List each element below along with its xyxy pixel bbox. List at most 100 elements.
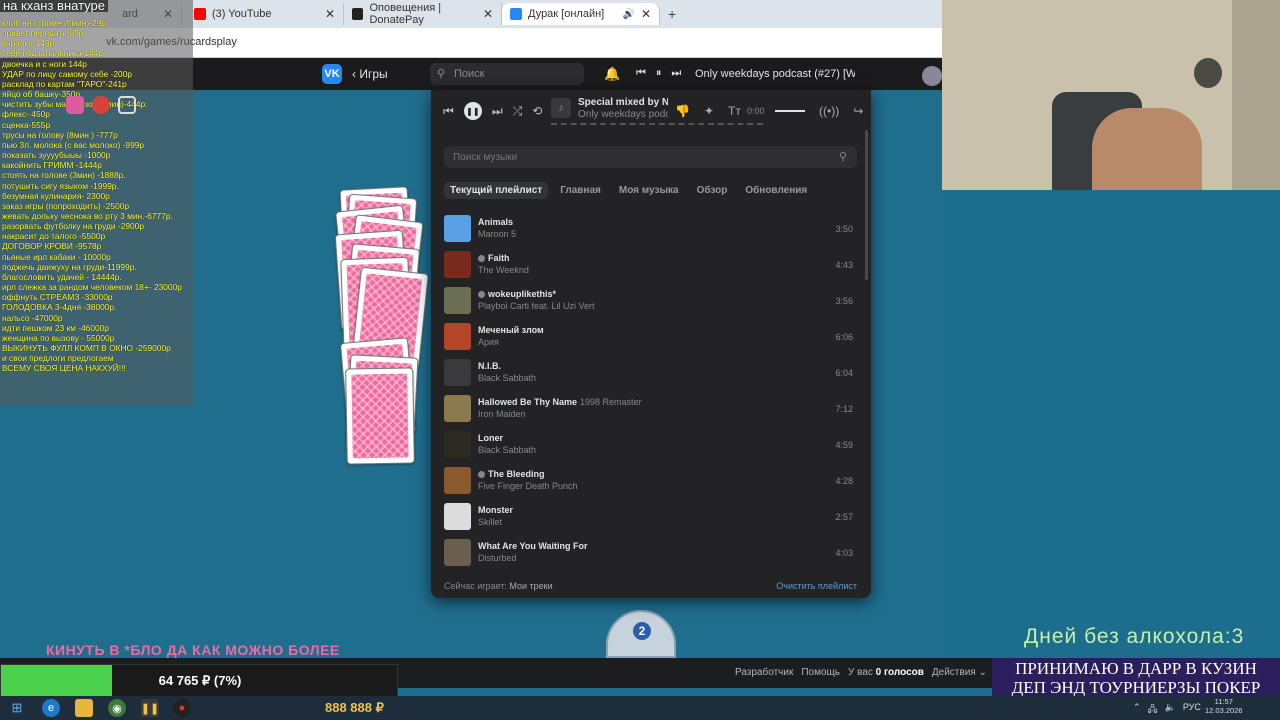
bell-icon[interactable]: 🔔 bbox=[604, 66, 620, 82]
network-icon[interactable]: 🖧 bbox=[1148, 702, 1158, 718]
music-search-input[interactable]: Поиск музыки ⚲ bbox=[444, 146, 857, 168]
current-track-artist[interactable]: Only weekdays podc... bbox=[578, 109, 668, 120]
new-tab-button[interactable]: + bbox=[668, 6, 676, 22]
chrome-icon[interactable]: ◉ bbox=[108, 699, 126, 717]
track-artist[interactable]: Maroon 5 bbox=[478, 229, 516, 239]
windows-start-icon[interactable]: ⊞ bbox=[8, 699, 26, 717]
progress-waveform[interactable] bbox=[551, 123, 763, 125]
album-cover[interactable] bbox=[444, 323, 471, 350]
track-row[interactable]: Hallowed Be Thy Name 1998 Remaster Iron Ma… bbox=[444, 390, 859, 426]
donate-line: ВЫКИНУТЬ ФУЛЛ КОМП В ОКНО -259000р bbox=[2, 343, 171, 353]
tab-browse[interactable]: Обзор bbox=[691, 182, 734, 199]
tab-durak[interactable]: Дурак [онлайн] 🔊 ✕ bbox=[502, 3, 660, 25]
prev-icon[interactable]: ⏮ bbox=[636, 67, 646, 80]
system-clock[interactable]: 11:57 12.03.2026 bbox=[1205, 697, 1243, 715]
explicit-icon bbox=[478, 471, 485, 479]
scrollbar[interactable] bbox=[865, 130, 868, 280]
lyrics-icon[interactable]: Tт bbox=[728, 104, 741, 118]
close-icon[interactable]: ✕ bbox=[641, 7, 651, 21]
track-artist[interactable]: Iron Maiden bbox=[478, 409, 526, 419]
track-row[interactable]: The Bleeding Five Finger Death Punch 4:28 bbox=[444, 462, 859, 498]
track-row[interactable]: Monster Skillet 2:57 bbox=[444, 498, 859, 534]
album-cover[interactable] bbox=[444, 467, 471, 494]
album-cover[interactable] bbox=[444, 287, 471, 314]
gift-icon[interactable] bbox=[66, 96, 84, 114]
help-link[interactable]: Помощь bbox=[801, 667, 840, 678]
chevron-up-icon[interactable]: ⌃ bbox=[1133, 702, 1141, 718]
donate-line: благословить удачей - 14444р. bbox=[2, 271, 122, 282]
language-indicator[interactable]: РУС bbox=[1183, 702, 1201, 718]
tab-current-playlist[interactable]: Текущий плейлист bbox=[444, 182, 549, 199]
header-now-playing[interactable]: Only weekdays podcast (#27) [WINTE... bbox=[695, 68, 855, 80]
album-cover[interactable] bbox=[444, 503, 471, 530]
next-icon[interactable]: ⏭ bbox=[671, 67, 681, 80]
pause-button[interactable]: ❚❚ bbox=[463, 102, 482, 120]
donate-line: УДАР по лицу самому себе -200р bbox=[2, 68, 132, 79]
vk-logo[interactable]: VK bbox=[322, 64, 342, 84]
developer-link[interactable]: Разработчик bbox=[735, 667, 793, 678]
webcam-overlay bbox=[942, 0, 1280, 190]
volume-slider[interactable] bbox=[775, 110, 805, 112]
track-artist[interactable]: The Weeknd bbox=[478, 265, 529, 275]
tab-donatepay[interactable]: Оповещения | DonatePay ✕ bbox=[344, 2, 502, 26]
repeat-icon[interactable]: ⟲ bbox=[532, 104, 542, 118]
tab-main[interactable]: Главная bbox=[554, 182, 607, 199]
stream-counter: 888 888 ₽ bbox=[325, 700, 384, 715]
fullscreen-icon[interactable] bbox=[118, 96, 136, 114]
track-row[interactable]: Loner Black Sabbath 4:59 bbox=[444, 426, 859, 462]
track-artist[interactable]: Playboi Carti feat. Lil Uzi Vert bbox=[478, 301, 595, 311]
pause-icon[interactable]: ⏸ bbox=[656, 67, 662, 80]
track-artist[interactable]: Black Sabbath bbox=[478, 373, 536, 383]
album-cover[interactable] bbox=[444, 395, 471, 422]
current-track-title[interactable]: Special mixed by Nel... bbox=[578, 97, 668, 108]
track-row[interactable]: What Are You Waiting For Disturbed 4:03 bbox=[444, 534, 859, 570]
media-icon[interactable]: ❚❚ bbox=[141, 699, 159, 717]
speaker-icon[interactable]: 🔊 bbox=[623, 9, 635, 20]
track-artist[interactable]: Disturbed bbox=[478, 553, 517, 563]
folder-icon[interactable] bbox=[75, 699, 93, 717]
close-icon[interactable]: ✕ bbox=[325, 7, 335, 21]
explicit-icon bbox=[478, 255, 485, 263]
games-back-link[interactable]: ‹ Игры bbox=[352, 67, 388, 81]
tab-youtube[interactable]: (3) YouTube ✕ bbox=[186, 3, 344, 25]
actions-menu[interactable]: Действия ⌄ bbox=[932, 667, 987, 678]
close-icon[interactable]: ✕ bbox=[483, 7, 493, 21]
broadcast-icon[interactable]: ((•)) bbox=[819, 104, 839, 118]
votes-info[interactable]: У вас 0 голосов bbox=[848, 667, 924, 678]
now-playing-value[interactable]: Мои треки bbox=[509, 581, 552, 591]
album-cover[interactable] bbox=[444, 215, 471, 242]
track-row[interactable]: Меченый злом Ария 6:06 bbox=[444, 318, 859, 354]
dislike-icon[interactable]: 👎 bbox=[675, 104, 690, 118]
album-cover[interactable] bbox=[444, 431, 471, 458]
track-artist[interactable]: Skillet bbox=[478, 517, 502, 527]
track-row[interactable]: Animals Maroon 5 3:50 bbox=[444, 210, 859, 246]
search-icon[interactable]: ⚲ bbox=[839, 150, 847, 163]
track-title: N.I.B. bbox=[478, 361, 502, 371]
sparkle-icon[interactable]: ✦ bbox=[704, 104, 714, 118]
track-duration: 6:04 bbox=[835, 368, 853, 378]
track-artist[interactable]: Black Sabbath bbox=[478, 445, 536, 455]
donate-line: пьяные ирл кабаки - 10000р bbox=[2, 251, 111, 262]
volume-icon[interactable]: 🔈 bbox=[1165, 702, 1176, 718]
track-row[interactable]: wokeuplikethis* Playboi Carti feat. Lil U… bbox=[444, 282, 859, 318]
prev-icon[interactable]: ⏮ bbox=[443, 104, 454, 119]
tab-updates[interactable]: Обновления bbox=[739, 182, 813, 199]
track-artist[interactable]: Five Finger Death Punch bbox=[478, 481, 578, 491]
album-cover[interactable] bbox=[444, 359, 471, 386]
vk-search-input[interactable]: ⚲ Поиск bbox=[430, 63, 584, 85]
share-icon[interactable]: ↪ bbox=[853, 104, 863, 118]
track-artist[interactable]: Ария bbox=[478, 337, 499, 347]
next-icon[interactable]: ⏭ bbox=[492, 104, 503, 119]
shuffle-icon[interactable]: ⤮ bbox=[513, 104, 523, 119]
clear-playlist-button[interactable]: Очистить плейлист bbox=[776, 581, 857, 591]
heart-icon[interactable] bbox=[92, 96, 110, 114]
album-cover[interactable] bbox=[444, 539, 471, 566]
edge-icon[interactable]: e bbox=[42, 699, 60, 717]
tab-my-music[interactable]: Моя музыка bbox=[613, 182, 685, 199]
track-title-wrap: Loner bbox=[478, 433, 503, 443]
avatar[interactable] bbox=[922, 66, 942, 86]
obs-icon[interactable]: ● bbox=[173, 699, 191, 717]
album-cover[interactable] bbox=[444, 251, 471, 278]
track-row[interactable]: N.I.B. Black Sabbath 6:04 bbox=[444, 354, 859, 390]
track-row[interactable]: Faith The Weeknd 4:43 bbox=[444, 246, 859, 282]
